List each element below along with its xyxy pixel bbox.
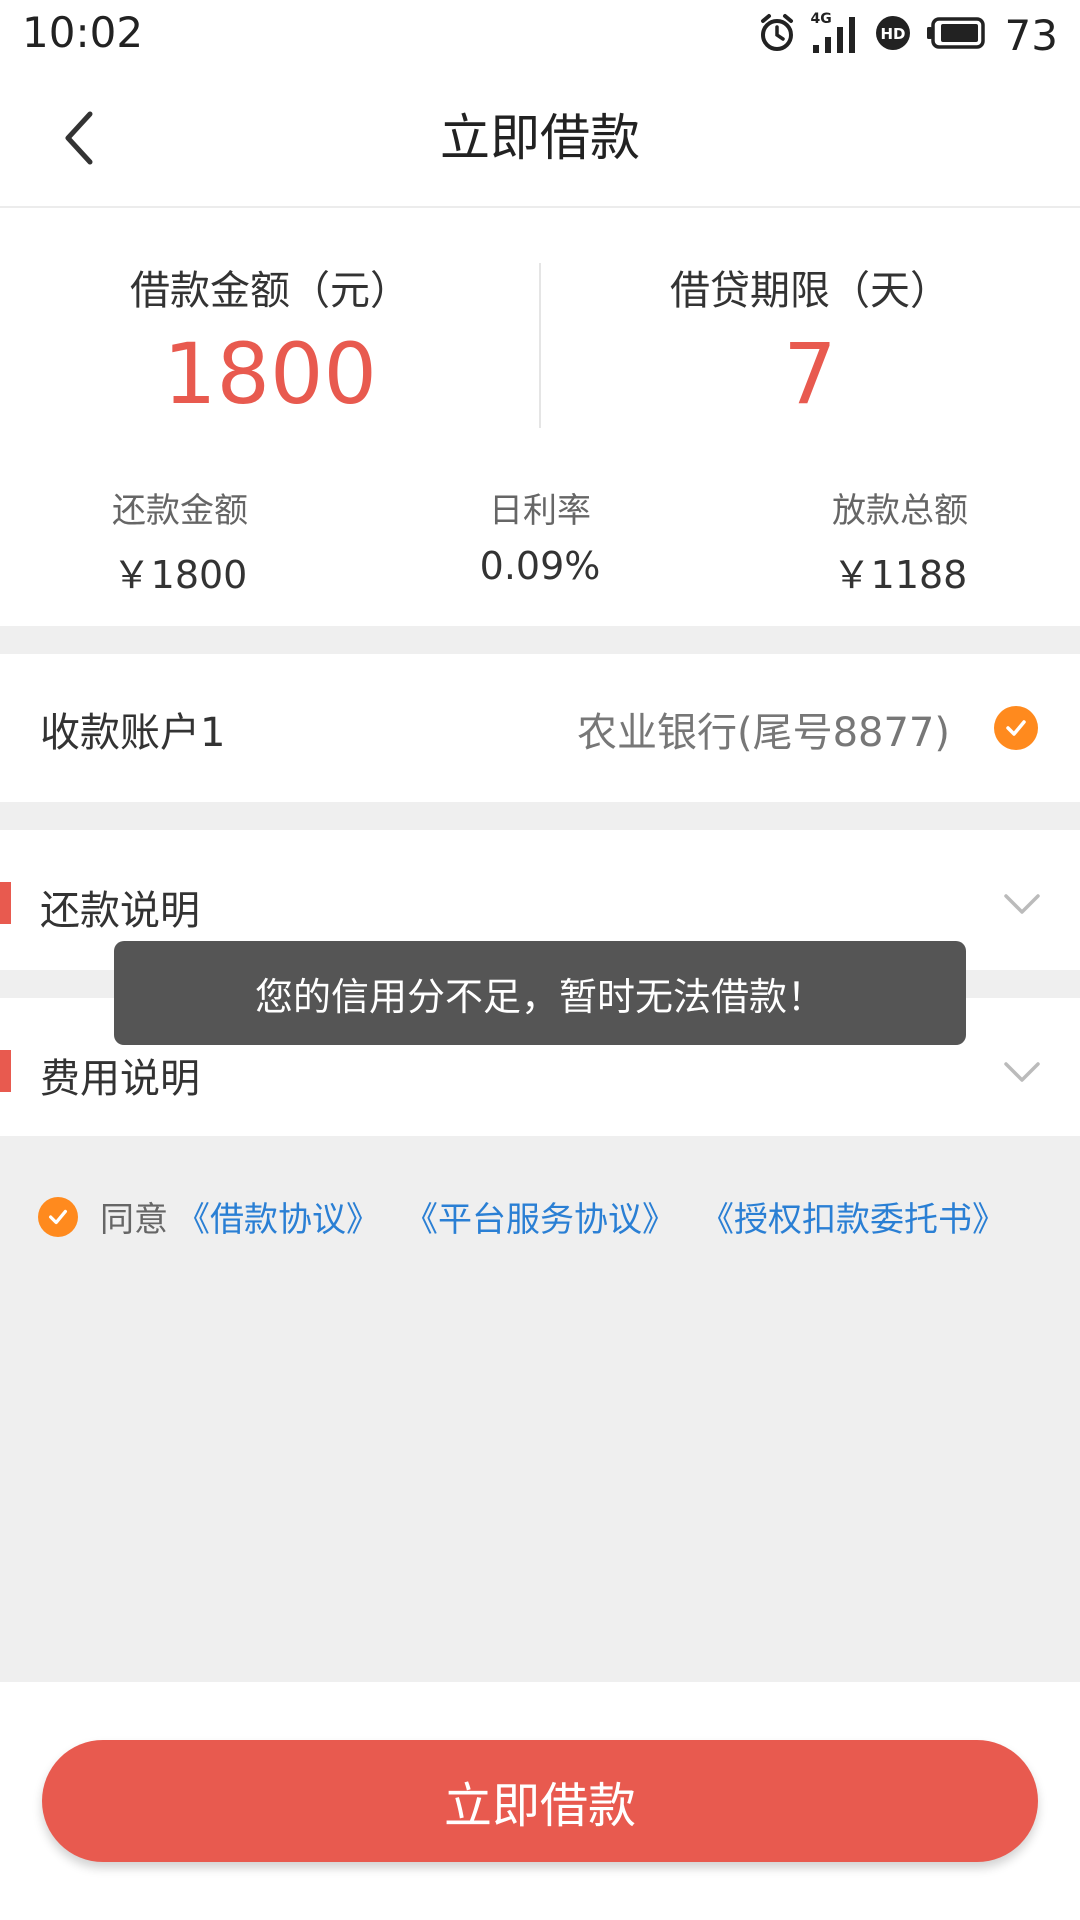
page-title: 立即借款 <box>440 109 640 167</box>
platform-service-agreement-link[interactable]: 《平台服务协议》 <box>404 1192 676 1241</box>
stat-disbursed-total: 放款总额 ￥1188 <box>750 483 1050 599</box>
account-label: 收款账户1 <box>40 710 226 756</box>
stat-repay-amount: 还款金额 ￥1800 <box>30 483 330 599</box>
stat-label: 日利率 <box>489 491 591 531</box>
agreement-area: 同意 《借款协议》 《平台服务协议》 《授权扣款委托书》 <box>0 1136 1080 1682</box>
toast-message: 您的信用分不足，暂时无法借款！ <box>114 941 966 1045</box>
agreement-row: 同意 《借款协议》 《平台服务协议》 《授权扣款委托书》 <box>38 1192 1030 1241</box>
section-accent-bar <box>0 1050 11 1092</box>
account-selected-check-icon[interactable] <box>994 706 1038 750</box>
section-accent-bar <box>0 882 11 924</box>
stat-value: 0.09% <box>479 544 601 588</box>
loan-stats: 还款金额 ￥1800 日利率 0.09% 放款总额 ￥1188 <box>0 483 1080 597</box>
alarm-icon <box>757 13 797 57</box>
account-value: 农业银行(尾号8877) <box>576 710 950 756</box>
chevron-down-icon[interactable] <box>1002 884 1042 924</box>
debit-authorization-link[interactable]: 《授权扣款委托书》 <box>700 1192 1006 1241</box>
battery-level: 73 <box>1004 10 1058 60</box>
signal-icon: 4G <box>811 11 859 55</box>
hd-icon: HD <box>873 13 913 57</box>
nav-bar: 立即借款 <box>0 70 1080 208</box>
status-time: 10:02 <box>22 8 144 57</box>
loan-amount-value: 1800 <box>163 325 377 423</box>
stat-label: 还款金额 <box>112 491 248 531</box>
section-gap <box>0 626 1080 654</box>
agreement-check-icon[interactable] <box>38 1196 78 1237</box>
agreement-prefix: 同意 <box>100 1200 168 1240</box>
chevron-down-icon[interactable] <box>1002 1052 1042 1092</box>
status-bar: 10:02 4G HD 73 <box>0 0 1080 70</box>
stat-value: ￥1800 <box>112 553 248 597</box>
loan-amount-label: 借款金额（元） <box>130 268 410 314</box>
stat-value: ￥1188 <box>832 553 968 597</box>
loan-summary: 借款金额（元） 1800 借贷期限（天） 7 还款金额 ￥1800 日利率 0.… <box>0 208 1080 626</box>
stat-label: 放款总额 <box>832 491 968 531</box>
stat-daily-rate: 日利率 0.09% <box>390 483 690 588</box>
loan-amount-block: 借款金额（元） 1800 <box>0 258 540 422</box>
svg-text:HD: HD <box>880 25 905 43</box>
section-title: 费用说明 <box>40 1056 200 1102</box>
loan-term-value: 7 <box>783 325 837 423</box>
borrow-now-button[interactable]: 立即借款 <box>42 1740 1038 1862</box>
status-icons: 4G HD 73 <box>757 10 1058 60</box>
loan-agreement-link[interactable]: 《借款协议》 <box>176 1192 380 1241</box>
loan-term-block: 借贷期限（天） 7 <box>540 258 1080 422</box>
loan-term-label: 借贷期限（天） <box>670 268 950 314</box>
battery-icon <box>926 16 987 54</box>
receiving-account-row[interactable]: 收款账户1 农业银行(尾号8877) <box>0 654 1080 802</box>
section-title: 还款说明 <box>40 888 200 934</box>
section-gap <box>0 802 1080 830</box>
